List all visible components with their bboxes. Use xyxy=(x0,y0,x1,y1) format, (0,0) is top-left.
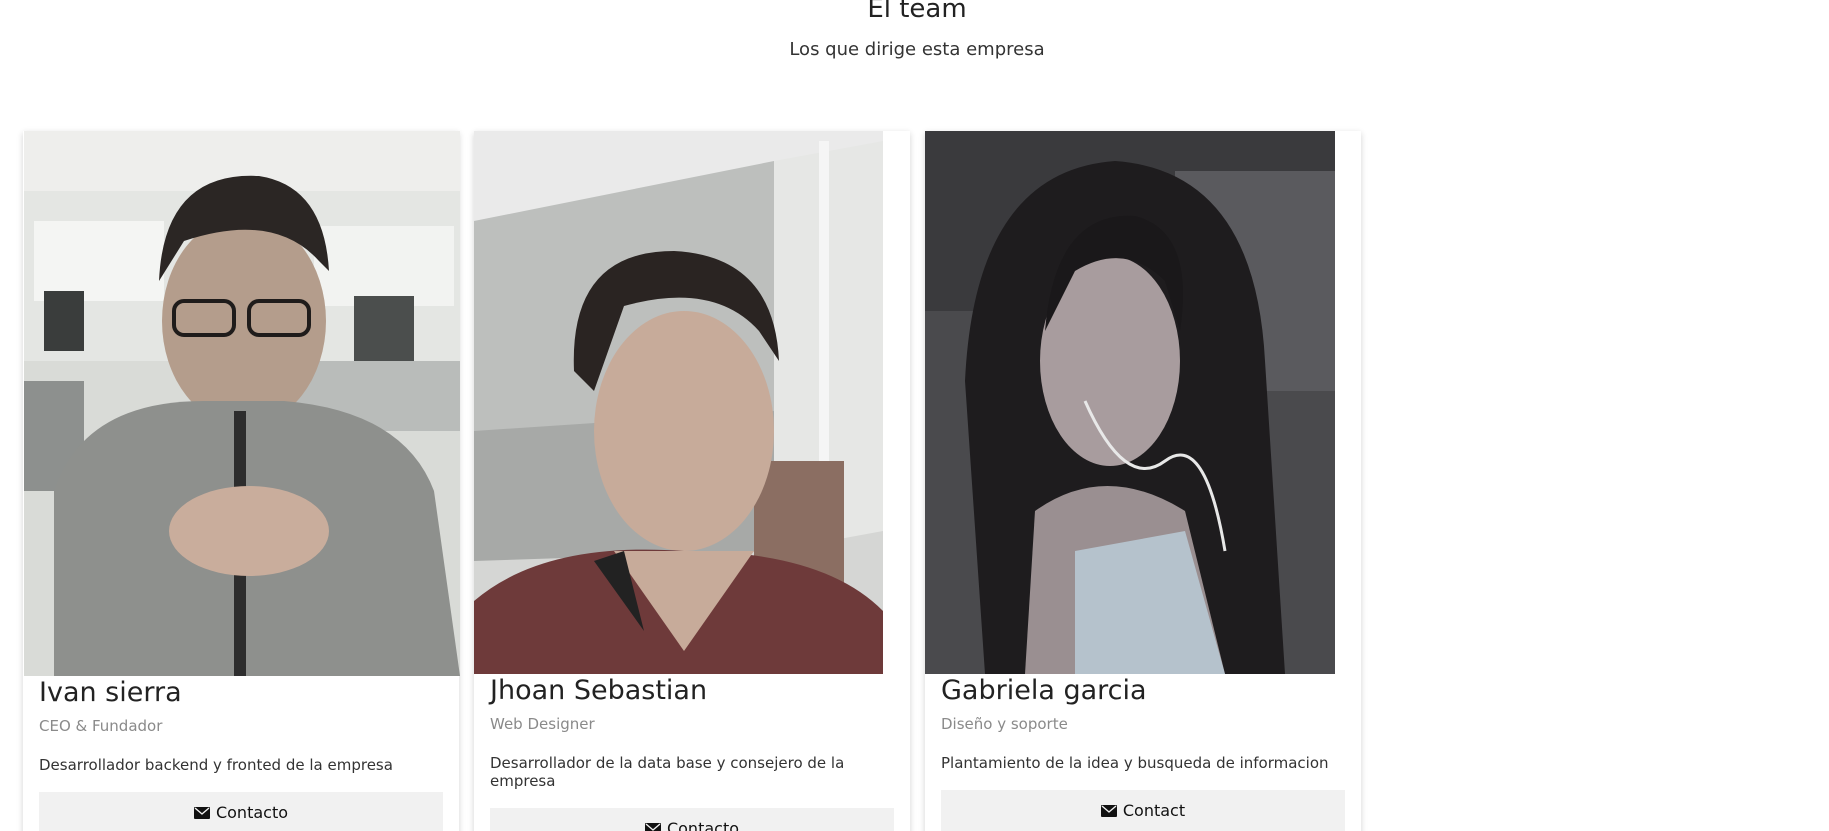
section-title: El team xyxy=(867,0,967,24)
member-photo xyxy=(474,131,883,674)
team-card-gabriela: Gabriela garcia Diseño y soporte Plantam… xyxy=(925,131,1361,831)
member-name: Ivan sierra xyxy=(39,677,182,708)
member-role: CEO & Fundador xyxy=(39,716,163,735)
contact-button-label: Contacto xyxy=(215,803,289,823)
contact-button[interactable]: Contacto xyxy=(39,791,443,831)
card-body: Gabriela garcia Diseño y soporte Plantam… xyxy=(941,672,1345,831)
member-role: Diseño y soporte xyxy=(941,714,1068,733)
team-card-ivan: Ivan sierra CEO & Fundador Desarrollador… xyxy=(23,131,460,831)
member-photo xyxy=(24,131,460,676)
contact-button[interactable]: Contact xyxy=(941,789,1345,831)
contact-button[interactable]: Contacto xyxy=(490,807,894,831)
member-photo xyxy=(925,131,1335,674)
team-card-jhoan: Jhoan Sebastian Web Designer Desarrollad… xyxy=(474,131,910,831)
card-body: Jhoan Sebastian Web Designer Desarrollad… xyxy=(490,672,894,831)
member-name: Gabriela garcia xyxy=(941,675,1147,706)
member-photo-office xyxy=(474,131,883,674)
card-body: Ivan sierra CEO & Fundador Desarrollador… xyxy=(39,674,443,831)
contact-button-label: Contact xyxy=(1122,801,1186,821)
envelope-icon xyxy=(193,806,210,819)
member-photo-classroom xyxy=(24,131,460,676)
team-section: El team Los que dirige esta empresa Ivan… xyxy=(0,0,1829,831)
member-role: Web Designer xyxy=(490,714,595,733)
member-description: Desarrollador backend y fronted de la em… xyxy=(39,755,393,774)
member-description: Plantamiento de la idea y busqueda de in… xyxy=(941,753,1329,772)
member-photo-portrait xyxy=(925,131,1335,674)
envelope-icon xyxy=(644,822,661,831)
envelope-icon xyxy=(1100,804,1117,817)
contact-button-label: Contacto xyxy=(666,819,740,831)
section-subtitle: Los que dirige esta empresa xyxy=(789,39,1045,60)
member-description: Desarrollador de la data base y consejer… xyxy=(490,753,845,790)
member-name: Jhoan Sebastian xyxy=(490,675,708,706)
